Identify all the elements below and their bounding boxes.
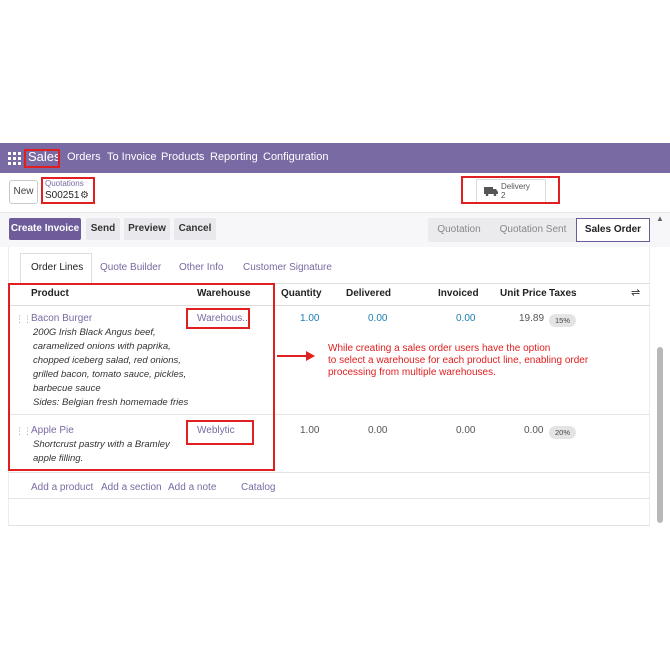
nav-item-configuration[interactable]: Configuration bbox=[263, 151, 328, 163]
new-button[interactable]: New bbox=[9, 180, 38, 204]
column-invoiced[interactable]: Invoiced bbox=[438, 288, 479, 299]
cancel-button[interactable]: Cancel bbox=[174, 218, 216, 240]
send-button[interactable]: Send bbox=[86, 218, 120, 240]
highlight-reference-box bbox=[41, 177, 95, 204]
invoiced-cell[interactable]: 0.00 bbox=[456, 425, 475, 436]
tax-badge[interactable]: 15% bbox=[549, 314, 576, 327]
highlight-warehouse-box bbox=[186, 308, 250, 329]
unit-price-cell[interactable]: 19.89 bbox=[519, 313, 544, 324]
catalog-link[interactable]: Catalog bbox=[241, 482, 275, 493]
annotation-line: processing from multiple warehouses. bbox=[328, 367, 496, 378]
delivered-cell[interactable]: 0.00 bbox=[368, 425, 387, 436]
status-bar: Quotation Quotation Sent Sales Order bbox=[428, 218, 650, 242]
highlight-delivery-box bbox=[461, 176, 560, 204]
nav-item-to-invoice[interactable]: To Invoice bbox=[107, 151, 157, 163]
preview-button[interactable]: Preview bbox=[124, 218, 170, 240]
nav-item-reporting[interactable]: Reporting bbox=[210, 151, 258, 163]
unit-price-cell[interactable]: 0.00 bbox=[524, 425, 543, 436]
scrollbar-thumb[interactable] bbox=[657, 347, 663, 523]
annotation-arrow bbox=[277, 355, 309, 357]
nav-item-products[interactable]: Products bbox=[161, 151, 204, 163]
top-navbar: Sales Orders To Invoice Products Reporti… bbox=[0, 143, 670, 173]
column-quantity[interactable]: Quantity bbox=[281, 288, 322, 299]
annotation-line: to select a warehouse for each product l… bbox=[328, 355, 589, 366]
tab-other-info[interactable]: Other Info bbox=[179, 262, 223, 273]
column-taxes[interactable]: Taxes bbox=[549, 288, 577, 299]
tax-badge[interactable]: 20% bbox=[549, 426, 576, 439]
add-product-link[interactable]: Add a product bbox=[31, 482, 93, 493]
control-panel: New Quotations S00251 ⚙ Delivery 2 bbox=[0, 173, 670, 213]
stage-quotation[interactable]: Quotation bbox=[428, 218, 490, 242]
column-settings-icon[interactable]: ⇌ bbox=[631, 286, 640, 299]
annotation-line: While creating a sales order users have … bbox=[328, 343, 551, 354]
highlight-weblytic-box bbox=[186, 420, 254, 445]
action-bar: Create Invoice Send Preview Cancel Quota… bbox=[0, 213, 670, 247]
tab-order-lines[interactable]: Order Lines bbox=[31, 262, 83, 273]
create-invoice-button[interactable]: Create Invoice bbox=[9, 218, 81, 240]
tab-customer-signature[interactable]: Customer Signature bbox=[243, 262, 332, 273]
nav-item-orders[interactable]: Orders bbox=[67, 151, 101, 163]
quantity-cell[interactable]: 1.00 bbox=[300, 313, 319, 324]
annotation-arrow-head bbox=[306, 351, 315, 361]
tab-quote-builder[interactable]: Quote Builder bbox=[100, 262, 161, 273]
stage-sales-order[interactable]: Sales Order bbox=[576, 218, 650, 242]
row-divider bbox=[8, 472, 650, 473]
stage-quotation-sent[interactable]: Quotation Sent bbox=[490, 218, 576, 242]
quantity-cell[interactable]: 1.00 bbox=[300, 425, 319, 436]
invoiced-cell[interactable]: 0.00 bbox=[456, 313, 475, 324]
apps-menu-icon[interactable] bbox=[8, 152, 21, 165]
add-section-link[interactable]: Add a section bbox=[101, 482, 162, 493]
add-note-link[interactable]: Add a note bbox=[168, 482, 216, 493]
annotation-text: While creating a sales order users have … bbox=[328, 343, 588, 379]
row-divider bbox=[8, 498, 650, 499]
scroll-up-arrow[interactable]: ▲ bbox=[656, 214, 664, 223]
highlight-sales-box bbox=[24, 149, 60, 168]
delivered-cell[interactable]: 0.00 bbox=[368, 313, 387, 324]
column-unit-price[interactable]: Unit Price bbox=[500, 288, 547, 299]
column-delivered[interactable]: Delivered bbox=[346, 288, 391, 299]
